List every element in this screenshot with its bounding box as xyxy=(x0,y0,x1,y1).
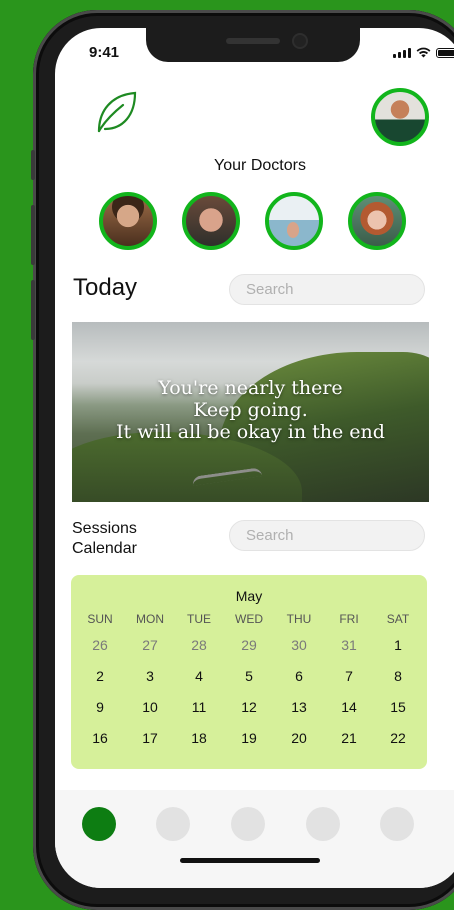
quote-line-2: Keep going. xyxy=(193,399,308,421)
today-search-input[interactable]: Search xyxy=(229,274,425,305)
status-icons xyxy=(393,47,454,58)
tab-1[interactable] xyxy=(82,807,116,841)
calendar-day[interactable]: 30 xyxy=(274,637,324,653)
calendar-day[interactable]: 29 xyxy=(224,637,274,653)
calendar-month: May xyxy=(235,588,263,604)
phone-screen: 9:41 Your Doctors Today Search You're ne… xyxy=(55,28,454,888)
calendar-day[interactable]: 13 xyxy=(274,699,324,715)
tab-2[interactable] xyxy=(156,807,190,841)
motivation-banner: You're nearly there Keep going. It will … xyxy=(72,322,429,502)
calendar-day[interactable]: 6 xyxy=(274,668,324,684)
leaf-icon[interactable] xyxy=(93,89,139,135)
calendar-day[interactable]: 18 xyxy=(174,730,224,746)
sessions-calendar-title: Sessions Calendar xyxy=(72,519,137,559)
home-indicator xyxy=(180,858,320,863)
calendar-day[interactable]: 31 xyxy=(324,637,374,653)
calendar-day[interactable]: 26 xyxy=(75,637,125,653)
tab-bar xyxy=(55,790,454,888)
weekday-thu: THU xyxy=(286,612,312,626)
doctor-avatar-2[interactable] xyxy=(182,192,240,250)
signal-icon xyxy=(393,48,411,58)
calendar-day[interactable]: 9 xyxy=(75,699,125,715)
weekday-mon: MON xyxy=(136,612,164,626)
sessions-calendar: May SUN MON TUE WED THU FRI SAT 26 27 28 29 30 31 1 2… xyxy=(71,575,427,769)
doctor-avatar-4[interactable] xyxy=(348,192,406,250)
quote-line-3: It will all be okay in the end xyxy=(116,421,385,443)
weekday-wed: WED xyxy=(235,612,263,626)
calendar-day[interactable]: 19 xyxy=(224,730,274,746)
profile-avatar[interactable] xyxy=(371,88,429,146)
weekday-sat: SAT xyxy=(386,612,410,626)
volume-up-button xyxy=(31,205,35,265)
weekday-tue: TUE xyxy=(187,612,211,626)
battery-icon xyxy=(436,48,454,58)
calendar-day[interactable]: 5 xyxy=(224,668,274,684)
volume-down-button xyxy=(31,280,35,340)
tab-4[interactable] xyxy=(306,807,340,841)
tab-3[interactable] xyxy=(231,807,265,841)
tab-5[interactable] xyxy=(380,807,414,841)
speaker xyxy=(226,38,280,44)
calendar-day[interactable]: 14 xyxy=(324,699,374,715)
quote-line-1: You're nearly there xyxy=(158,377,343,399)
today-title: Today xyxy=(73,274,138,301)
calendar-day[interactable]: 1 xyxy=(373,637,423,653)
calendar-day[interactable]: 16 xyxy=(75,730,125,746)
calendar-day[interactable]: 27 xyxy=(125,637,175,653)
calendar-day[interactable]: 3 xyxy=(125,668,175,684)
calendar-day[interactable]: 15 xyxy=(373,699,423,715)
calendar-day[interactable]: 4 xyxy=(174,668,224,684)
calendar-day[interactable]: 21 xyxy=(324,730,374,746)
doctor-avatar-3[interactable] xyxy=(265,192,323,250)
calendar-day[interactable]: 10 xyxy=(125,699,175,715)
doctor-avatar-1[interactable] xyxy=(99,192,157,250)
calendar-day[interactable]: 7 xyxy=(324,668,374,684)
calendar-day[interactable]: 8 xyxy=(373,668,423,684)
sessions-title-line2: Calendar xyxy=(72,540,137,557)
calendar-day[interactable]: 22 xyxy=(373,730,423,746)
doctors-list xyxy=(99,192,406,250)
notch xyxy=(146,28,360,62)
motivation-quote: You're nearly there Keep going. It will … xyxy=(72,377,429,443)
calendar-day[interactable]: 17 xyxy=(125,730,175,746)
calendar-day[interactable]: 12 xyxy=(224,699,274,715)
status-time: 9:41 xyxy=(89,44,120,61)
wifi-icon xyxy=(416,47,431,58)
sessions-search-input[interactable]: Search xyxy=(229,520,425,551)
weekday-fri: FRI xyxy=(339,612,359,626)
calendar-day[interactable]: 2 xyxy=(75,668,125,684)
calendar-day[interactable]: 28 xyxy=(174,637,224,653)
calendar-day[interactable]: 20 xyxy=(274,730,324,746)
camera-icon xyxy=(294,35,306,47)
weekday-sun: SUN xyxy=(87,612,113,626)
sessions-title-line1: Sessions xyxy=(72,520,137,537)
calendar-day[interactable]: 11 xyxy=(174,699,224,715)
mute-switch xyxy=(31,150,35,180)
doctors-title: Your Doctors xyxy=(214,157,306,174)
